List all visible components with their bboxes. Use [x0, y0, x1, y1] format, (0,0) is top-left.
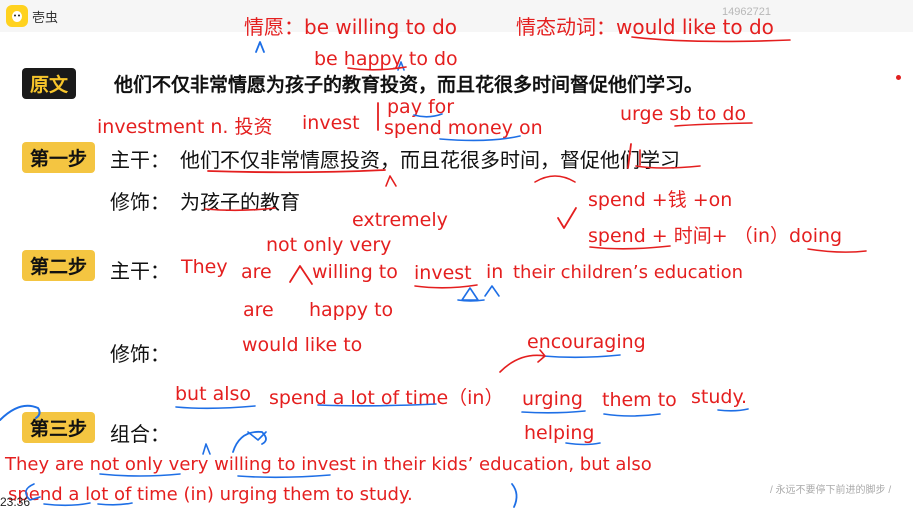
ink-underline: [807, 248, 867, 253]
app-logo: 壱虫: [6, 5, 58, 27]
step2-in: in: [486, 261, 504, 283]
ink-swirl: [232, 430, 267, 453]
note-willing: 情愿：be willing to do: [244, 15, 458, 39]
ink-caret: [255, 41, 265, 53]
note-spend-time: spend + 时间+ （in）doing: [588, 225, 843, 247]
original-sentence: 他们不仅非常情愿为孩子的教育投资，而且花很多时间督促他们学习。: [114, 75, 704, 96]
step2-tag: 第二步: [22, 250, 96, 281]
step1-main-text: 他们不仅非常情愿投资，而且花很多时间，督促他们学习: [180, 150, 680, 172]
ink-underline: [542, 354, 621, 359]
step2-childrens-education: their children’s education: [513, 262, 744, 283]
step1-tag: 第一步: [22, 142, 96, 173]
step1-modifier-label: 修饰：: [110, 192, 170, 214]
note-modal-verb: 情态动词：would like to do: [516, 15, 774, 39]
note-urge: urge sb to do: [620, 103, 747, 125]
step2-encouraging: encouraging: [527, 331, 646, 353]
ink-underline: [457, 299, 485, 302]
timecode: 23:36: [0, 495, 31, 509]
ink-bracket: [511, 483, 518, 508]
ink-checkmark: [557, 207, 577, 229]
step2-modifier-label: 修饰：: [110, 344, 170, 366]
ink-caret: [461, 287, 479, 301]
ink-underline: [717, 408, 749, 412]
step2-are-alt: are: [243, 299, 274, 321]
step2-would-like-to: would like to: [242, 334, 363, 356]
step2-they: They: [181, 256, 228, 278]
step2-urging: urging: [522, 388, 583, 410]
watermark: / 永远不要停下前进的脚步 /: [770, 485, 892, 496]
note-investment: investment n. 投资: [97, 116, 273, 138]
note-extremely: extremely: [352, 209, 448, 231]
ink-underline: [603, 413, 661, 417]
step2-are: are: [241, 261, 272, 283]
step1-main-label: 主干：: [110, 150, 170, 172]
ink-underline: [521, 410, 586, 414]
original-tag: 原文: [22, 68, 77, 99]
note-spend-money-on: spend money on: [384, 117, 543, 139]
step2-helping: helping: [524, 422, 595, 444]
step3-tag: 第三步: [22, 412, 96, 443]
step2-them-to: them to: [602, 389, 677, 411]
combined-line-1: They are not only very willing to invest…: [5, 454, 652, 475]
egg-logo-icon: [6, 5, 28, 27]
step2-invest: invest: [414, 262, 472, 284]
note-spend-money: spend +钱 +on: [588, 189, 733, 211]
step2-main-label: 主干：: [110, 261, 170, 283]
combined-line-2: spend a lot of time (in) urging them to …: [8, 484, 413, 505]
step3-label: 组合：: [110, 424, 170, 446]
step2-spend-a-lot: spend a lot of time（in）: [269, 387, 504, 409]
ink-arrow: [247, 431, 267, 441]
note-pay-for: pay for: [387, 96, 455, 118]
ink-caret: [385, 175, 397, 187]
step2-willing-to: willing to: [312, 261, 398, 283]
note-not-only-very: not only very: [266, 234, 392, 256]
pointer-dot: [896, 75, 901, 80]
note-invest: invest: [302, 112, 360, 134]
ink-arrow: [534, 175, 576, 183]
step2-study: study.: [691, 386, 748, 408]
ink-arrow: [499, 349, 546, 373]
ink-caret: [484, 285, 500, 297]
step2-happy-to: happy to: [309, 299, 394, 321]
ink-underline: [175, 405, 256, 410]
ink-underline: [237, 474, 331, 479]
ink-caret: [202, 443, 211, 455]
note-be-happy: be happy to do: [314, 48, 458, 70]
ink-caret: [289, 265, 313, 285]
step1-modifier-text: 为孩子的教育: [180, 192, 300, 214]
ink-underline: [414, 284, 478, 289]
step2-but-also: but also: [175, 383, 252, 405]
app-name: 壱虫: [32, 9, 59, 25]
